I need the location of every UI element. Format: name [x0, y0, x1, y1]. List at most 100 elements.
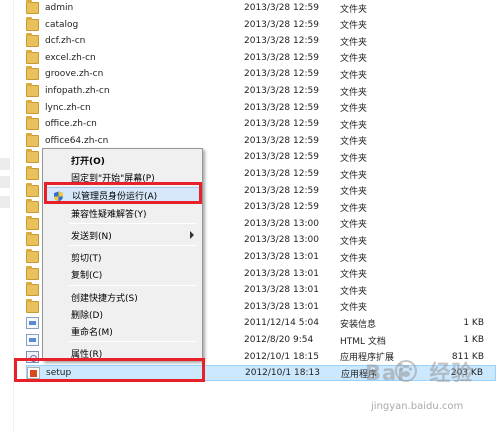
file-type: 文件夹 [340, 220, 368, 231]
file-modified-date: 2011/12/14 5:04 [244, 318, 319, 329]
menu-item-rename[interactable]: 重命名(M) [45, 323, 200, 340]
file-modified-date: 2013/3/28 12:59 [244, 3, 319, 13]
menu-item-label: 剪切(T) [71, 254, 102, 264]
navigation-pane [0, 0, 14, 433]
file-row[interactable]: groove.zh-cn 2013/3/28 12:59 文件夹 [26, 66, 496, 82]
watermark-logo-right: 经验 [429, 361, 474, 385]
navigation-pane-item[interactable] [0, 158, 10, 170]
menu-item-open[interactable]: 打开(O) [45, 152, 200, 169]
file-type: 文件夹 [340, 187, 368, 198]
menu-item-label: 重命名(M) [71, 328, 113, 338]
menu-item-create-shortcut[interactable]: 创建快捷方式(S) [45, 289, 200, 306]
file-modified-date: 2013/3/28 12:59 [244, 69, 319, 80]
file-type: 文件夹 [340, 70, 368, 81]
file-modified-date: 2012/8/20 9:54 [244, 335, 314, 345]
file-modified-date: 2013/3/28 12:59 [244, 36, 319, 47]
file-type: 文件夹 [340, 37, 368, 48]
file-type: 文件夹 [340, 303, 368, 314]
file-name: infopath.zh-cn [45, 86, 110, 96]
folder-icon [26, 182, 39, 197]
folder-icon [26, 149, 39, 164]
menu-separator [69, 341, 197, 342]
file-modified-date: 2013/3/28 13:00 [244, 218, 319, 229]
file-row[interactable]: lync.zh-cn 2013/3/28 12:59 文件夹 [26, 99, 496, 116]
folder-icon [26, 298, 39, 313]
file-modified-date: 2013/3/28 12:59 [244, 169, 319, 179]
file-row[interactable]: dcf.zh-cn 2013/3/28 12:59 文件夹 [26, 33, 496, 49]
chevron-right-icon [190, 231, 194, 239]
file-name: excel.zh-cn [45, 52, 96, 63]
file-type: HTML 文档 [340, 336, 386, 347]
menu-item-copy[interactable]: 复制(C) [45, 266, 200, 283]
menu-item-cut[interactable]: 剪切(T) [45, 249, 200, 266]
file-name: office64.zh-cn [45, 135, 109, 146]
folder-icon [26, 265, 39, 280]
folder-icon [26, 33, 39, 48]
file-icon [26, 317, 39, 330]
menu-item-label: 删除(D) [71, 311, 103, 321]
file-modified-date: 2013/3/28 12:59 [244, 152, 319, 163]
menu-item-send-to[interactable]: 发送到(N) [45, 227, 200, 244]
file-type: 文件夹 [340, 286, 368, 297]
file-size: 1 KB [463, 318, 484, 329]
folder-icon [26, 249, 39, 263]
file-modified-date: 2013/3/28 12:59 [244, 185, 319, 196]
file-name: lync.zh-cn [45, 102, 91, 113]
file-type: 文件夹 [340, 87, 368, 98]
file-row[interactable]: excel.zh-cn 2013/3/28 12:59 文件夹 [26, 49, 496, 66]
file-row[interactable]: office.zh-cn 2013/3/28 12:59 文件夹 [26, 116, 496, 132]
file-modified-date: 2013/3/28 12:59 [244, 119, 319, 130]
file-row[interactable]: admin 2013/3/28 12:59 文件夹 [26, 0, 496, 16]
menu-item-label: 打开(O) [71, 157, 105, 167]
file-name: dcf.zh-cn [45, 36, 86, 47]
file-type: 文件夹 [340, 203, 368, 214]
file-modified-date: 2013/3/28 13:01 [244, 301, 319, 312]
menu-item-label: 创建快捷方式(S) [71, 294, 138, 304]
file-type: 文件夹 [340, 54, 368, 65]
file-type: 文件夹 [340, 137, 368, 148]
folder-icon [26, 49, 39, 64]
file-row[interactable]: office64.zh-cn 2013/3/28 12:59 文件夹 [26, 132, 496, 149]
file-modified-date: 2013/3/28 12:59 [244, 86, 319, 96]
menu-item-label: 兼容性疑难解答(Y) [71, 210, 147, 220]
menu-separator [69, 285, 197, 286]
menu-item-label: 发送到(N) [71, 232, 112, 242]
file-row[interactable]: infopath.zh-cn 2013/3/28 12:59 文件夹 [26, 83, 496, 99]
folder-icon [26, 16, 39, 31]
watermark-logo: Bai 经验 [365, 357, 473, 387]
file-type: 文件夹 [340, 270, 368, 281]
file-row[interactable]: catalog 2013/3/28 12:59 文件夹 [26, 16, 496, 33]
folder-icon [26, 215, 39, 230]
menu-item-compat-troubleshoot[interactable]: 兼容性疑难解答(Y) [45, 205, 200, 222]
file-modified-date: 2013/3/28 12:59 [244, 102, 319, 113]
file-name: office.zh-cn [45, 119, 97, 130]
file-type: 文件夹 [340, 170, 368, 181]
navigation-pane-item[interactable] [0, 196, 10, 208]
file-modified-date: 2013/3/28 12:59 [244, 19, 319, 30]
file-modified-date: 2013/3/28 12:59 [244, 202, 319, 213]
baidu-jingyan-watermark: Bai 经验 jingyan.baidu.com [365, 357, 495, 427]
folder-icon [26, 199, 39, 214]
file-modified-date: 2013/3/28 12:59 [244, 52, 319, 63]
menu-item-label: 复制(C) [71, 271, 103, 281]
file-type: 文件夹 [340, 21, 368, 32]
file-type: 安装信息 [340, 319, 377, 330]
file-type: 文件夹 [340, 104, 368, 115]
file-type: 文件夹 [340, 4, 368, 15]
file-name: admin [45, 3, 74, 13]
highlight-box-run-as-admin [44, 182, 202, 204]
file-modified-date: 2012/10/1 18:13 [245, 368, 320, 379]
menu-item-delete[interactable]: 删除(D) [45, 306, 200, 323]
file-modified-date: 2013/3/28 13:01 [244, 252, 319, 262]
folder-icon [26, 166, 39, 180]
file-name: catalog [45, 19, 79, 30]
file-type: 文件夹 [340, 120, 368, 131]
file-modified-date: 2013/3/28 13:01 [244, 285, 319, 296]
file-size: 1 KB [463, 335, 484, 345]
file-modified-date: 2013/3/28 13:01 [244, 268, 319, 279]
folder-icon [26, 66, 39, 81]
navigation-pane-item[interactable] [0, 176, 10, 188]
folder-icon [26, 0, 39, 14]
file-type: 文件夹 [340, 253, 368, 264]
menu-separator [69, 223, 197, 224]
